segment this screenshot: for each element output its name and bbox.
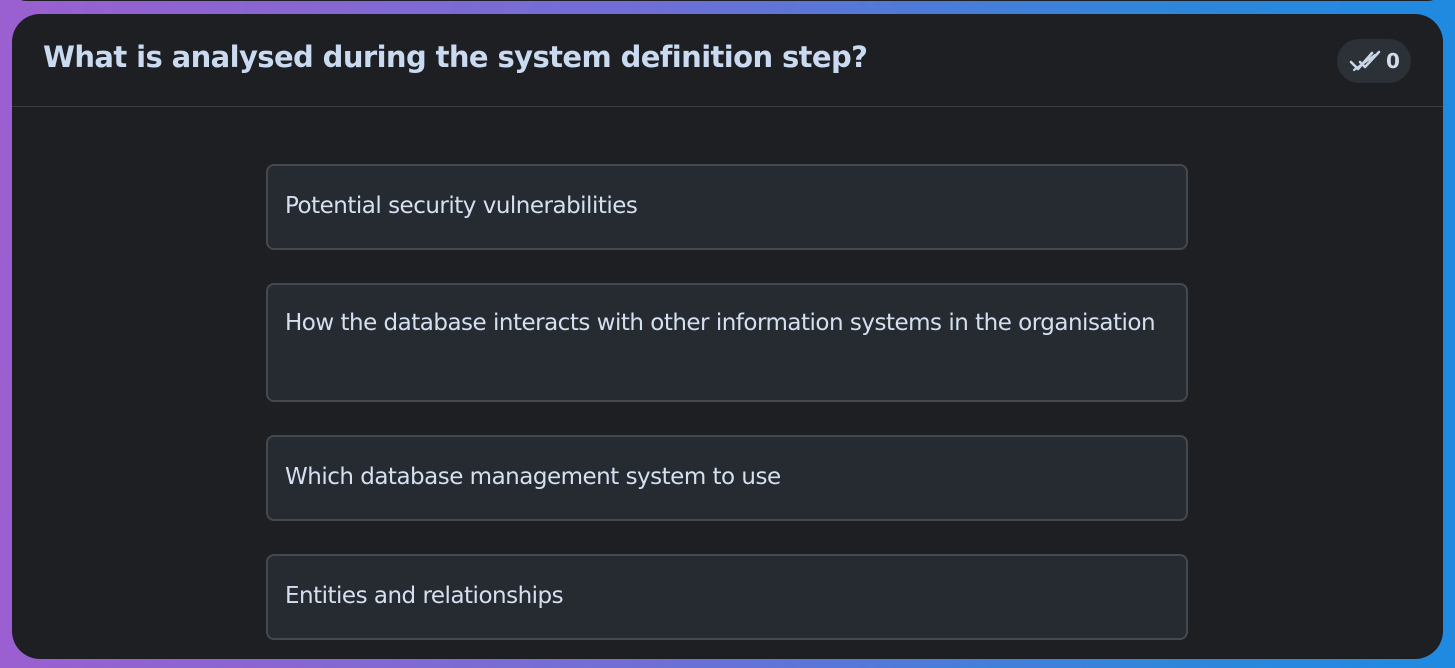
double-check-icon [1348, 49, 1382, 73]
answer-option[interactable]: How the database interacts with other in… [266, 283, 1188, 402]
answer-count-value: 0 [1386, 49, 1400, 73]
answer-options: Potential security vulnerabilities How t… [266, 164, 1188, 659]
answer-option[interactable]: Entities and relationships [266, 554, 1188, 640]
question-card: What is analysed during the system defin… [12, 14, 1443, 659]
answer-count-badge: 0 [1337, 39, 1411, 83]
answer-option[interactable]: Which database management system to use [266, 435, 1188, 521]
question-title: What is analysed during the system defin… [43, 40, 868, 74]
previous-card-edge [12, 0, 1442, 1]
answer-option[interactable]: Potential security vulnerabilities [266, 164, 1188, 250]
question-header: What is analysed during the system defin… [12, 14, 1443, 107]
